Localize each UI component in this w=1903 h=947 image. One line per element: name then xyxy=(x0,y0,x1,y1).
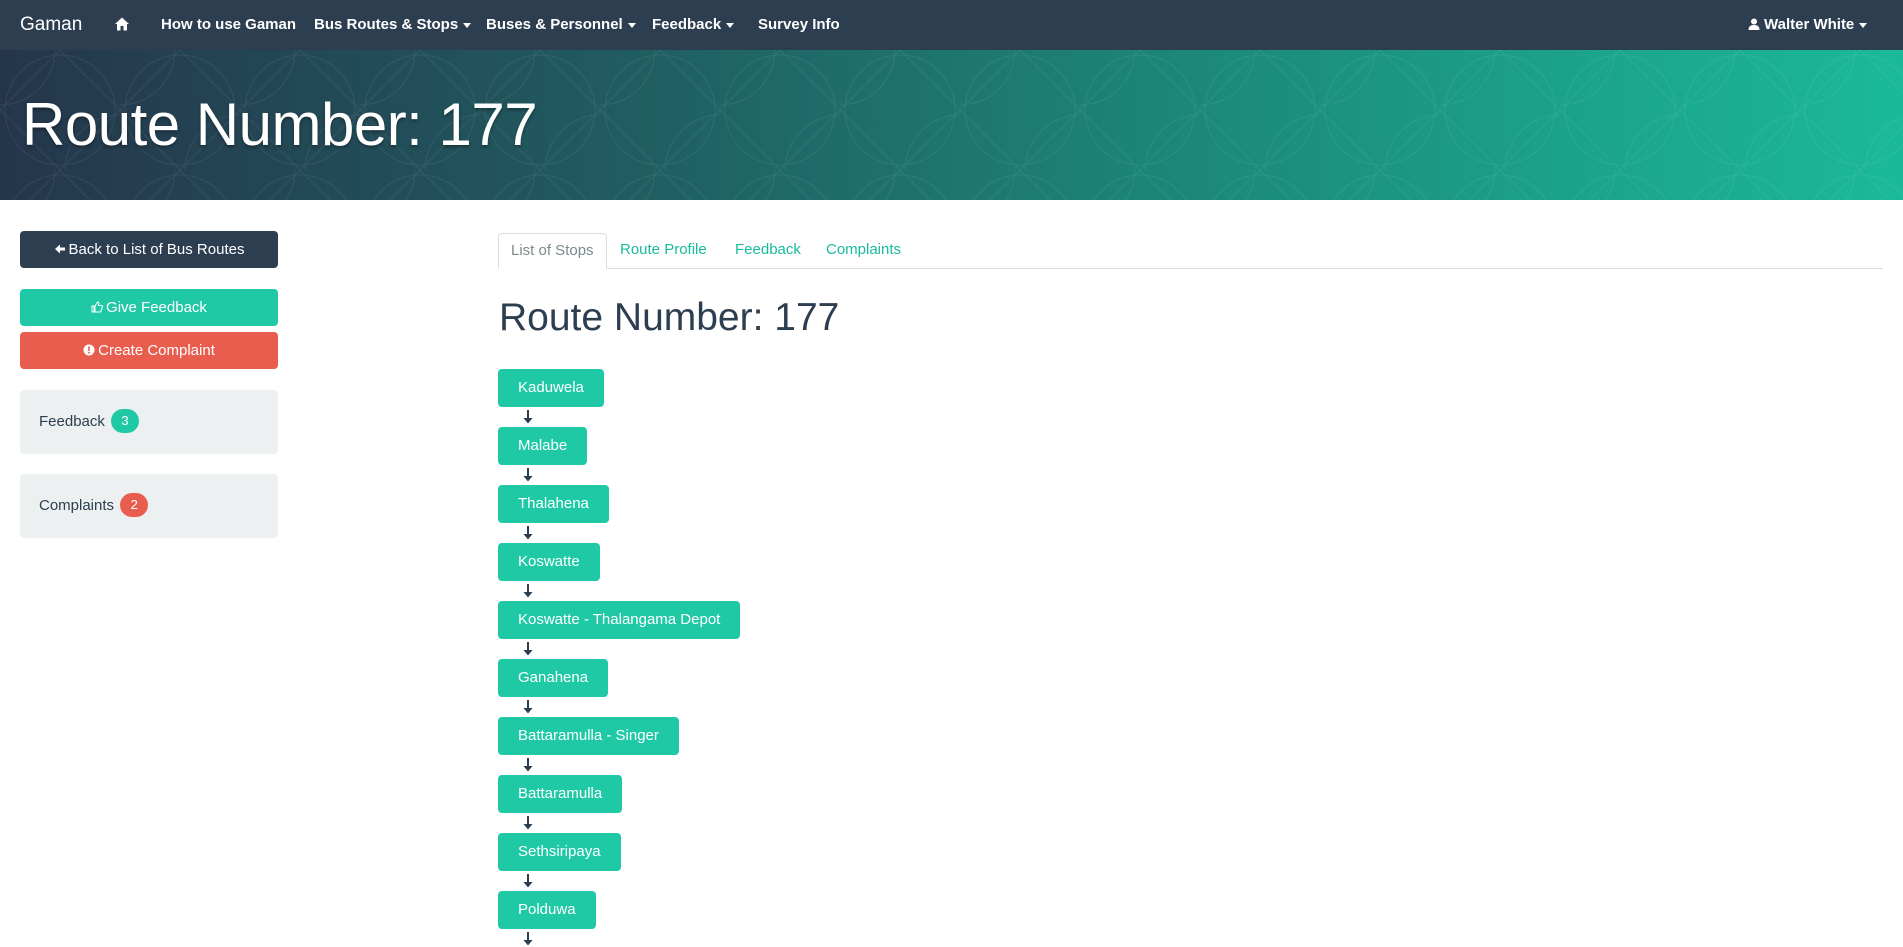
create-complaint-button[interactable]: Create Complaint xyxy=(20,332,278,369)
stop-button[interactable]: Polduwa xyxy=(498,891,596,929)
route-heading: Route Number: 177 xyxy=(499,296,840,339)
arrow-down-icon xyxy=(523,932,533,946)
navbar: Gaman How to use Gaman Bus Routes & Stop… xyxy=(0,0,1903,50)
nav-feedback[interactable]: Feedback xyxy=(652,0,735,50)
arrow-down-icon xyxy=(523,642,533,656)
page-header-banner: Route Number: 177 xyxy=(0,50,1903,200)
caret-down-icon xyxy=(726,22,735,28)
complaints-count-badge: 2 xyxy=(120,493,149,517)
caret-down-icon xyxy=(1859,22,1868,28)
stop-button[interactable]: Battaramulla xyxy=(498,775,623,813)
brand-link[interactable]: Gaman xyxy=(20,0,82,50)
complaints-summary[interactable]: Complaints 2 xyxy=(20,474,278,538)
caret-down-icon xyxy=(463,22,472,28)
stop-button[interactable]: Ganahena xyxy=(498,659,609,697)
user-icon xyxy=(1748,18,1760,30)
tab-list-of-stops[interactable]: List of Stops xyxy=(498,233,607,269)
arrow-down-icon xyxy=(523,816,533,830)
tab-route-profile[interactable]: Route Profile xyxy=(608,233,719,269)
arrow-left-icon xyxy=(54,244,65,254)
feedback-summary-label: Feedback 3 xyxy=(39,390,140,454)
stop-button[interactable]: Koswatte - Thalangama Depot xyxy=(498,601,741,639)
home-icon[interactable] xyxy=(114,16,130,32)
stop-button[interactable]: Koswatte xyxy=(498,543,600,581)
give-feedback-button[interactable]: Give Feedback xyxy=(20,289,278,326)
arrow-down-icon xyxy=(523,874,533,888)
stop-button[interactable]: Battaramulla - Singer xyxy=(498,717,679,755)
arrow-down-icon xyxy=(523,526,533,540)
nav-how-to-use[interactable]: How to use Gaman xyxy=(161,0,296,50)
caret-down-icon xyxy=(627,22,636,28)
arrow-down-icon xyxy=(523,410,533,424)
stop-button[interactable]: Kaduwela xyxy=(498,369,604,407)
arrow-down-icon xyxy=(523,468,533,482)
feedback-summary[interactable]: Feedback 3 xyxy=(20,390,278,454)
stop-button[interactable]: Malabe xyxy=(498,427,588,465)
back-to-routes-button[interactable]: Back to List of Bus Routes xyxy=(20,231,278,268)
exclamation-circle-icon xyxy=(83,344,95,356)
stop-button[interactable]: Sethsiripaya xyxy=(498,833,621,871)
nav-buses-personnel[interactable]: Buses & Personnel xyxy=(486,0,636,50)
tab-feedback[interactable]: Feedback xyxy=(723,233,813,269)
tab-complaints[interactable]: Complaints xyxy=(814,233,913,269)
stop-button[interactable]: Thalahena xyxy=(498,485,609,523)
feedback-count-badge: 3 xyxy=(111,409,140,433)
arrow-down-icon xyxy=(523,758,533,772)
arrow-down-icon xyxy=(523,584,533,598)
nav-bus-routes-stops[interactable]: Bus Routes & Stops xyxy=(314,0,472,50)
complaints-summary-label: Complaints 2 xyxy=(39,474,149,538)
user-menu[interactable]: Walter White xyxy=(1748,0,1868,50)
thumbs-up-icon xyxy=(91,301,103,313)
nav-survey-info[interactable]: Survey Info xyxy=(758,0,840,50)
arrow-down-icon xyxy=(523,700,533,714)
page-title: Route Number: 177 xyxy=(22,91,538,158)
